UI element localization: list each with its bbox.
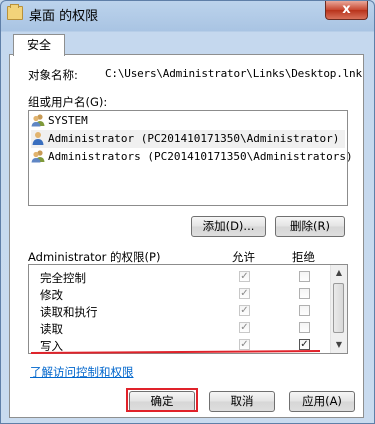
allow-checkbox[interactable]: ✓: [239, 305, 250, 316]
list-item-label: Administrators (PC201410171350\Administr…: [48, 150, 353, 163]
permission-row: 读取和执行 ✓: [29, 302, 331, 319]
list-item[interactable]: Administrators (PC201410171350\Administr…: [31, 148, 353, 166]
allow-checkbox[interactable]: ✓: [239, 288, 250, 299]
title-bar[interactable]: 桌面 的权限 x: [1, 1, 374, 25]
permission-row: 修改 ✓: [29, 285, 331, 302]
object-name-label: 对象名称:: [28, 68, 78, 82]
permission-name: 读取和执行: [40, 305, 98, 319]
ok-button-highlight: [126, 388, 198, 412]
permissions-scrollbar[interactable]: ▲ ▼: [330, 265, 347, 353]
deny-checkbox[interactable]: ✓: [299, 339, 310, 350]
deny-checkbox[interactable]: [299, 288, 310, 299]
apply-button[interactable]: 应用(A): [289, 391, 355, 412]
deny-checkbox[interactable]: [299, 322, 310, 333]
permission-name: 修改: [40, 288, 63, 302]
users-list[interactable]: SYSTEM Administrator (PC201410171350\Adm…: [28, 110, 353, 206]
permission-row: 完全控制 ✓: [29, 268, 331, 285]
learn-more-link[interactable]: 了解访问控制和权限: [30, 364, 134, 380]
list-item-label: SYSTEM: [48, 114, 88, 127]
permission-row: 读取 ✓: [29, 319, 331, 336]
list-item-selected[interactable]: Administrator (PC201410171350\Administra…: [31, 130, 345, 148]
window-title: 桌面 的权限: [29, 9, 99, 24]
groups-label: 组或用户名(G):: [28, 95, 108, 109]
scroll-thumb[interactable]: [333, 283, 344, 333]
close-button[interactable]: x: [325, 1, 368, 20]
permission-name: 完全控制: [40, 271, 86, 285]
group-users-icon: [31, 149, 45, 163]
deny-column-header: 拒绝: [292, 250, 315, 264]
object-name-value: C:\Users\Administrator\Links\Desktop.lnk: [105, 67, 362, 80]
tab-security[interactable]: 安全: [13, 34, 65, 56]
user-icon: [31, 131, 45, 145]
remove-button[interactable]: 删除(R): [275, 216, 345, 237]
permissions-header: Administrator 的权限(P): [28, 250, 161, 264]
allow-checkbox[interactable]: ✓: [239, 271, 250, 282]
folder-icon: [7, 4, 23, 20]
cancel-button[interactable]: 取消: [209, 391, 275, 412]
allow-column-header: 允许: [232, 250, 255, 264]
list-item[interactable]: SYSTEM: [31, 112, 345, 130]
add-button[interactable]: 添加(D)...: [191, 216, 266, 237]
deny-checkbox[interactable]: [299, 271, 310, 282]
allow-checkbox[interactable]: ✓: [239, 339, 250, 350]
allow-checkbox[interactable]: ✓: [239, 322, 250, 333]
permissions-list: 完全控制 ✓ 修改 ✓ 读取和执行 ✓ 读取 ✓ 写入 ✓ ✓ ▲ ▼: [28, 264, 348, 354]
scroll-down-icon[interactable]: ▼: [331, 337, 347, 353]
permission-name: 读取: [40, 322, 63, 336]
list-item-label: Administrator (PC201410171350\Administra…: [48, 132, 340, 145]
group-users-icon: [31, 113, 45, 127]
deny-checkbox[interactable]: [299, 305, 310, 316]
scroll-up-icon[interactable]: ▲: [331, 265, 347, 281]
